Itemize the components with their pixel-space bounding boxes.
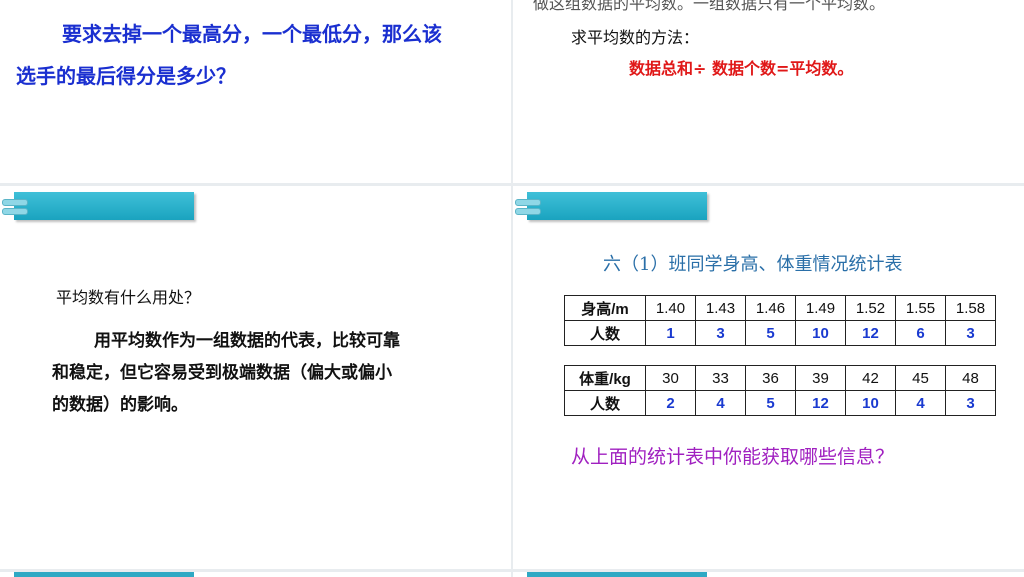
title-banner (527, 572, 707, 577)
slide-1[interactable]: 要求去掉一个最高分，一个最低分，那么该 选手的最后得分是多少？ (0, 0, 511, 183)
height-value: 1.58 (945, 295, 996, 321)
table-title: 六（1）班同学身高、体重情况统计表 (603, 254, 903, 275)
height-value: 1.40 (645, 295, 696, 321)
partial-top-text: 做这组数据的平均数。一组数据只有一个平均数。 (533, 0, 886, 13)
height-value: 1.49 (795, 295, 846, 321)
weight-count: 12 (795, 390, 846, 416)
usage-answer-line-2: 和稳定，但它容易受到极端数据（偏大或偏小 (52, 363, 392, 383)
height-count: 5 (745, 320, 796, 346)
clip-icon (515, 208, 541, 215)
problem-line-2: 选手的最后得分是多少？ (16, 64, 236, 88)
weight-header: 体重/kg (564, 365, 646, 391)
weight-value: 42 (845, 365, 896, 391)
slide-3[interactable]: 平均数有什么用处？ 用平均数作为一组数据的代表，比较可靠 和稳定，但它容易受到极… (0, 186, 511, 569)
height-count: 3 (695, 320, 746, 346)
slide-5-partial[interactable] (0, 572, 511, 577)
weight-value: 39 (795, 365, 846, 391)
clip-icon (2, 208, 28, 215)
height-count: 3 (945, 320, 996, 346)
height-value: 1.46 (745, 295, 796, 321)
weight-value: 45 (895, 365, 946, 391)
weight-value: 36 (745, 365, 796, 391)
height-count: 1 (645, 320, 696, 346)
weight-count: 10 (845, 390, 896, 416)
height-count-label: 人数 (564, 320, 646, 346)
weight-table: 体重/kg 30 33 36 39 42 45 48 人数 2 4 5 12 1… (564, 365, 996, 416)
height-header: 身高/m (564, 295, 646, 321)
method-label: 求平均数的方法： (571, 28, 700, 47)
height-count: 10 (795, 320, 846, 346)
weight-count: 5 (745, 390, 796, 416)
usage-answer-line-1: 用平均数作为一组数据的代表，比较可靠 (94, 331, 400, 351)
height-value: 1.43 (695, 295, 746, 321)
slide-2[interactable]: 做这组数据的平均数。一组数据只有一个平均数。 求平均数的方法： 数据总和÷ 数据… (513, 0, 1024, 183)
weight-count: 3 (945, 390, 996, 416)
problem-line-1: 要求去掉一个最高分，一个最低分，那么该 (62, 22, 442, 46)
height-table: 身高/m 1.40 1.43 1.46 1.49 1.52 1.55 1.58 … (564, 295, 996, 346)
table-row: 体重/kg 30 33 36 39 42 45 48 (564, 365, 996, 391)
weight-value: 30 (645, 365, 696, 391)
height-value: 1.55 (895, 295, 946, 321)
table-row: 人数 2 4 5 12 10 4 3 (564, 390, 996, 416)
table-row: 身高/m 1.40 1.43 1.46 1.49 1.52 1.55 1.58 (564, 295, 996, 321)
average-formula: 数据总和÷ 数据个数=平均数。 (629, 59, 854, 78)
table-row: 人数 1 3 5 10 12 6 3 (564, 320, 996, 346)
weight-count: 4 (895, 390, 946, 416)
height-value: 1.52 (845, 295, 896, 321)
usage-question: 平均数有什么用处？ (56, 288, 201, 307)
weight-count: 2 (645, 390, 696, 416)
clip-icon (515, 199, 541, 206)
title-banner (14, 572, 194, 577)
weight-value: 48 (945, 365, 996, 391)
weight-value: 33 (695, 365, 746, 391)
usage-answer-line-3: 的数据）的影响。 (52, 395, 188, 415)
discussion-prompt: 从上面的统计表中你能获取哪些信息？ (571, 446, 895, 468)
slide-4[interactable]: 六（1）班同学身高、体重情况统计表 身高/m 1.40 1.43 1.46 1.… (513, 186, 1024, 569)
slide-6-partial[interactable] (513, 572, 1024, 577)
title-banner (515, 192, 707, 220)
clip-icon (2, 199, 28, 206)
weight-count: 4 (695, 390, 746, 416)
height-count: 6 (895, 320, 946, 346)
weight-count-label: 人数 (564, 390, 646, 416)
height-count: 12 (845, 320, 896, 346)
title-banner (2, 192, 194, 220)
